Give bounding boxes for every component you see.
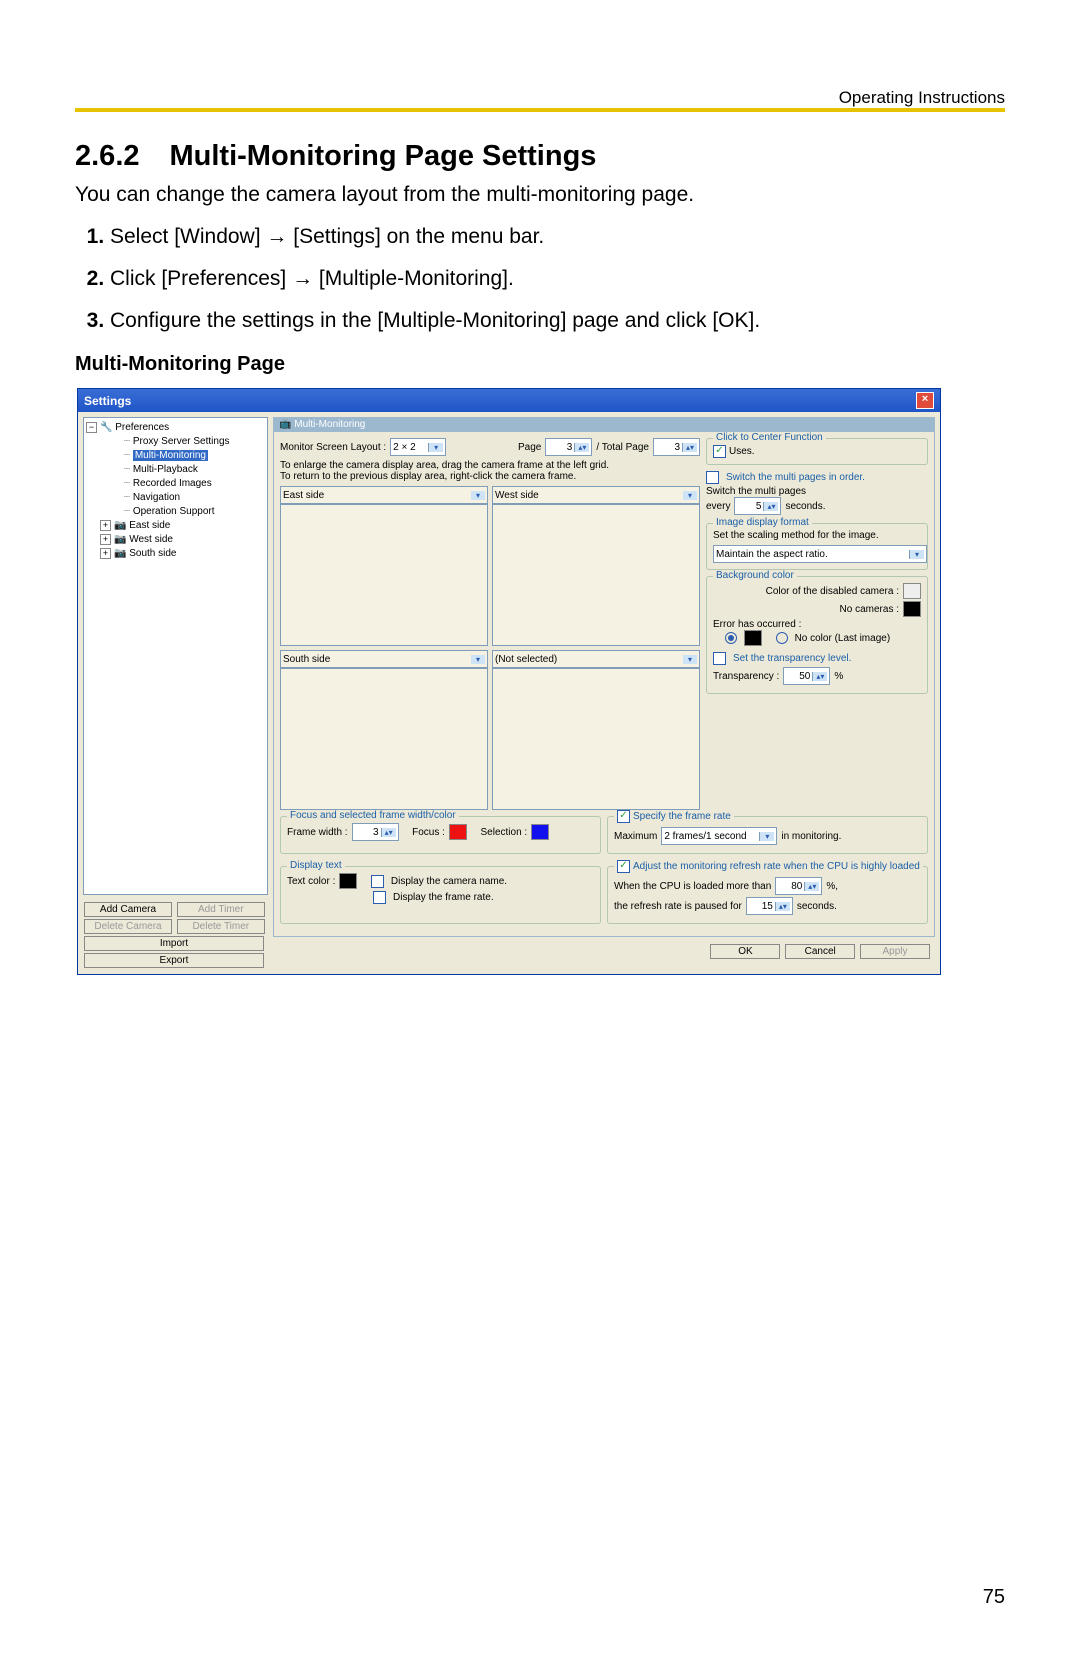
layout-label: Monitor Screen Layout :: [280, 442, 386, 453]
arrow-right-icon: →: [292, 267, 313, 290]
page-label: Page: [518, 442, 541, 453]
tree-camera[interactable]: South side: [129, 548, 176, 559]
specrate-legend: ✓Specify the frame rate: [614, 810, 734, 823]
expand-icon[interactable]: +: [100, 534, 111, 545]
disp-legend: Display text: [287, 860, 345, 871]
chevron-down-icon: ▾: [471, 655, 485, 664]
chevron-down-icon: ▾: [683, 655, 697, 664]
tree-item-selected[interactable]: Multi-Monitoring: [133, 450, 208, 461]
layout-select[interactable]: 2 × 2▾: [390, 438, 446, 456]
scaling-select[interactable]: Maintain the aspect ratio.▾: [713, 545, 927, 563]
tree-camera[interactable]: West side: [129, 534, 173, 545]
step-1: Select [Window] → [Settings] on the menu…: [110, 225, 1005, 249]
adjust-checkbox[interactable]: ✓: [617, 860, 630, 873]
tree-item[interactable]: Navigation: [133, 492, 180, 503]
subtitle: Multi-Monitoring Page: [75, 353, 1005, 376]
page-number: 75: [983, 1586, 1005, 1609]
cancel-button[interactable]: Cancel: [785, 944, 855, 959]
step-2: Click [Preferences] → [Multiple-Monitori…: [110, 267, 1005, 291]
pause-seconds-spinner[interactable]: ▴▾: [746, 897, 793, 915]
cell-select-1[interactable]: East side▾: [280, 486, 488, 504]
switch-seconds-spinner[interactable]: ▴▾: [734, 497, 781, 515]
error-color-radio[interactable]: [725, 632, 737, 644]
bg-legend: Background color: [713, 570, 797, 581]
arrow-right-icon: →: [266, 225, 287, 248]
nocolor-radio[interactable]: [776, 632, 788, 644]
chevron-down-icon: ▾: [471, 491, 485, 500]
top-divider: [75, 108, 1005, 112]
adjust-legend: ✓Adjust the monitoring refresh rate when…: [614, 860, 923, 873]
cell-select-3[interactable]: South side▾: [280, 650, 488, 668]
expand-icon[interactable]: +: [100, 548, 111, 559]
tree-camera[interactable]: East side: [129, 520, 170, 531]
disp-name-checkbox[interactable]: ✓: [371, 875, 384, 888]
chevron-down-icon: ▾: [428, 443, 443, 452]
settings-dialog: Settings × −🔧 Preferences ┈ Proxy Server…: [77, 388, 941, 975]
delete-camera-button[interactable]: Delete Camera: [84, 919, 172, 934]
dialog-title: Settings: [84, 394, 131, 408]
selection-color-picker[interactable]: [531, 824, 549, 840]
add-camera-button[interactable]: Add Camera: [84, 902, 172, 917]
step-3: Configure the settings in the [Multiple-…: [110, 309, 1005, 333]
tree-item[interactable]: Recorded Images: [133, 478, 212, 489]
import-button[interactable]: Import: [84, 936, 264, 951]
cpu-threshold-spinner[interactable]: ▴▾: [775, 877, 822, 895]
disp-rate-checkbox[interactable]: ✓: [373, 891, 386, 904]
focus-color-picker[interactable]: [449, 824, 467, 840]
tree-item[interactable]: Multi-Playback: [133, 464, 198, 475]
center-legend: Click to Center Function: [713, 432, 826, 443]
frame-legend: Focus and selected frame width/color: [287, 810, 459, 821]
hint-text: To enlarge the camera display area, drag…: [280, 460, 700, 482]
section-number: 2.6.2: [75, 140, 140, 172]
tree-item[interactable]: Proxy Server Settings: [133, 436, 230, 447]
section-heading: 2.6.2 Multi-Monitoring Page Settings: [75, 140, 1005, 173]
nocamera-color-picker[interactable]: [903, 601, 921, 617]
totalpage-spinner[interactable]: ▴▾: [653, 438, 700, 456]
textcolor-picker[interactable]: [339, 873, 357, 889]
switch-checkbox[interactable]: ✓: [706, 471, 719, 484]
uses-checkbox[interactable]: ✓: [713, 445, 726, 458]
delete-timer-button[interactable]: Delete Timer: [177, 919, 265, 934]
export-button[interactable]: Export: [84, 953, 264, 968]
cell-select-2[interactable]: West side▾: [492, 486, 700, 504]
cell-select-4[interactable]: (Not selected)▾: [492, 650, 700, 668]
preferences-tree[interactable]: −🔧 Preferences ┈ Proxy Server Settings ┈…: [83, 417, 268, 895]
section-title: Multi-Monitoring Page Settings: [170, 140, 597, 172]
chevron-down-icon: ▾: [759, 832, 774, 841]
collapse-icon[interactable]: −: [86, 422, 97, 433]
frame-width-spinner[interactable]: ▴▾: [352, 823, 399, 841]
close-button[interactable]: ×: [916, 392, 934, 409]
add-timer-button[interactable]: Add Timer: [177, 902, 265, 917]
specrate-checkbox[interactable]: ✓: [617, 810, 630, 823]
tree-item[interactable]: Operation Support: [133, 506, 215, 517]
panel-title: 📺 Multi-Monitoring: [273, 417, 935, 432]
disabled-color-picker[interactable]: [903, 583, 921, 599]
intro-text: You can change the camera layout from th…: [75, 183, 1005, 207]
apply-button[interactable]: Apply: [860, 944, 930, 959]
breadcrumb: Operating Instructions: [839, 88, 1005, 108]
transparency-checkbox[interactable]: ✓: [713, 652, 726, 665]
camera-grid: East side▾ West side▾ South side▾: [280, 486, 700, 810]
chevron-down-icon: ▾: [909, 550, 924, 559]
imgfmt-legend: Image display format: [713, 517, 812, 528]
expand-icon[interactable]: +: [100, 520, 111, 531]
chevron-down-icon: ▾: [683, 491, 697, 500]
error-color-picker[interactable]: [744, 630, 762, 646]
page-spinner[interactable]: ▴▾: [545, 438, 592, 456]
transparency-spinner[interactable]: ▴▾: [783, 667, 830, 685]
totalpage-label: / Total Page: [596, 442, 649, 453]
framerate-select[interactable]: 2 frames/1 second▾: [661, 827, 777, 845]
ok-button[interactable]: OK: [710, 944, 780, 959]
